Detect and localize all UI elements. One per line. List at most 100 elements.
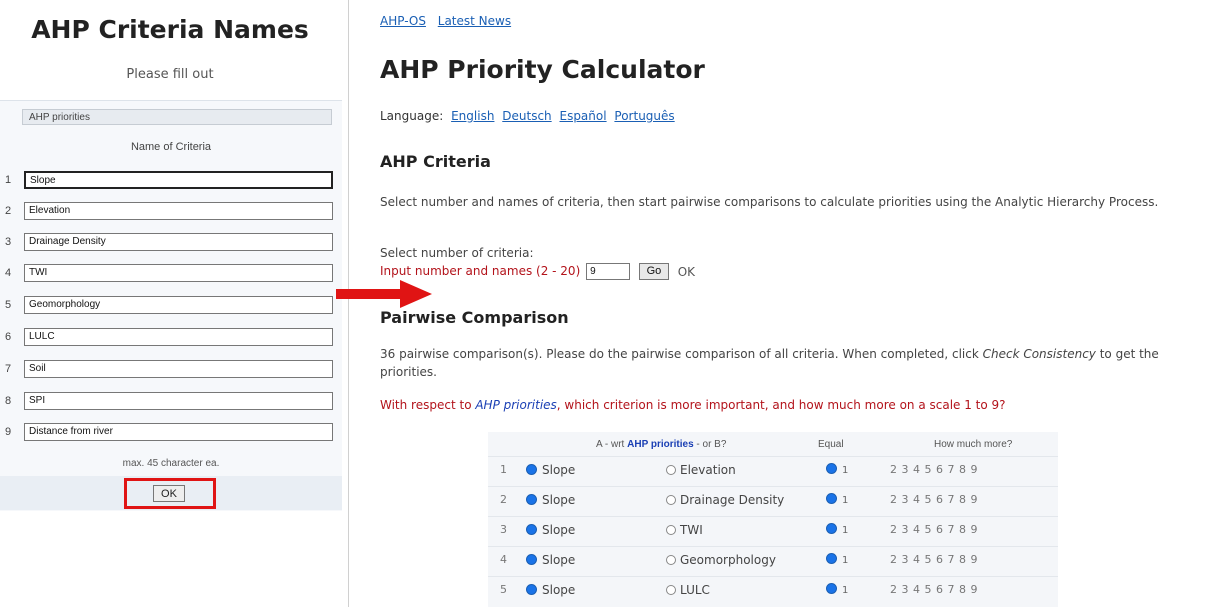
- scale-labels: 2 3 4 5 6 7 8 9: [890, 463, 978, 476]
- radio-selected-icon[interactable]: [526, 494, 537, 505]
- criteria-name-input[interactable]: TWI: [24, 264, 333, 282]
- option-b[interactable]: Geomorphology: [666, 553, 776, 567]
- radio-unselected-icon[interactable]: [666, 495, 676, 505]
- header-ab-post: - or B?: [693, 439, 727, 450]
- criteria-name-input[interactable]: Drainage Density: [24, 233, 333, 251]
- nav-link-latest-news[interactable]: Latest News: [438, 14, 511, 28]
- equal-option[interactable]: 1: [826, 583, 848, 596]
- scale-labels: 2 3 4 5 6 7 8 9: [890, 583, 978, 596]
- criteria-name-input[interactable]: Soil: [24, 360, 333, 378]
- equal-option[interactable]: 1: [826, 523, 848, 536]
- criteria-name-input[interactable]: LULC: [24, 328, 333, 346]
- equal-label: 1: [842, 555, 849, 566]
- option-b[interactable]: TWI: [666, 523, 703, 537]
- panel-subtitle: Please fill out: [126, 67, 214, 82]
- criteria-count-input[interactable]: 9: [586, 263, 631, 280]
- max-length-note: max. 45 character ea.: [122, 458, 220, 469]
- criteria-number: 9: [5, 426, 12, 438]
- top-nav: AHP-OS Latest News: [380, 14, 519, 28]
- go-button[interactable]: Go: [638, 263, 669, 280]
- language-link-deutsch[interactable]: Deutsch: [502, 109, 551, 123]
- criteria-number: 8: [5, 395, 12, 407]
- option-a[interactable]: Slope: [526, 553, 575, 567]
- row-number: 5: [500, 583, 507, 596]
- option-b[interactable]: LULC: [666, 583, 710, 597]
- criteria-number: 6: [5, 331, 12, 343]
- table-row: 2 Slope Drainage Density 1 2 3 4 5 6 7 8…: [488, 486, 1058, 513]
- criteria-name-input[interactable]: Geomorphology: [24, 296, 333, 314]
- language-selector: Language: English Deutsch Español Portug…: [380, 109, 675, 123]
- table-row: 5 Slope LULC 1 2 3 4 5 6 7 8 9: [488, 576, 1058, 603]
- option-b[interactable]: Elevation: [666, 463, 736, 477]
- radio-selected-icon[interactable]: [826, 583, 837, 594]
- equal-label: 1: [842, 525, 849, 536]
- header-ab-goal: AHP priorities: [627, 439, 694, 450]
- radio-unselected-icon[interactable]: [666, 525, 676, 535]
- radio-unselected-icon[interactable]: [666, 465, 676, 475]
- pairwise-description: 36 pairwise comparison(s). Please do the…: [380, 345, 1200, 381]
- option-a[interactable]: Slope: [526, 523, 575, 537]
- radio-selected-icon[interactable]: [826, 463, 837, 474]
- intensity-scale[interactable]: 2 3 4 5 6 7 8 9: [890, 523, 978, 536]
- criteria-number: 4: [5, 267, 12, 279]
- equal-option[interactable]: 1: [826, 463, 848, 476]
- criteria-number: 7: [5, 363, 12, 375]
- radio-unselected-icon[interactable]: [666, 585, 676, 595]
- ahp-calculator-panel: AHP-OS Latest News AHP Priority Calculat…: [350, 0, 1206, 607]
- table-row: 4 Slope Geomorphology 1 2 3 4 5 6 7 8 9: [488, 546, 1058, 573]
- radio-selected-icon[interactable]: [826, 493, 837, 504]
- criteria-number: 1: [5, 174, 12, 186]
- criteria-heading: AHP Criteria: [380, 152, 491, 171]
- option-a[interactable]: Slope: [526, 493, 575, 507]
- ok-button[interactable]: OK: [153, 485, 185, 502]
- option-b-label: LULC: [680, 583, 710, 597]
- equal-option[interactable]: 1: [826, 553, 848, 566]
- radio-selected-icon[interactable]: [826, 523, 837, 534]
- criteria-name-input[interactable]: Elevation: [24, 202, 333, 220]
- goal-field[interactable]: AHP priorities: [22, 109, 332, 125]
- criteria-row: 2 Elevation: [0, 202, 342, 222]
- criteria-name-input[interactable]: Distance from river: [24, 423, 333, 441]
- nav-link-ahp-os[interactable]: AHP-OS: [380, 14, 426, 28]
- language-link-espanol[interactable]: Español: [559, 109, 606, 123]
- option-a[interactable]: Slope: [526, 583, 575, 597]
- scale-labels: 2 3 4 5 6 7 8 9: [890, 493, 978, 506]
- option-a-label: Slope: [542, 553, 576, 567]
- criteria-name-input[interactable]: SPI: [24, 392, 333, 410]
- intensity-scale[interactable]: 2 3 4 5 6 7 8 9: [890, 463, 978, 476]
- language-link-english[interactable]: English: [451, 109, 494, 123]
- criteria-row: 1 Slope: [0, 171, 342, 191]
- radio-unselected-icon[interactable]: [666, 555, 676, 565]
- radio-selected-icon[interactable]: [826, 553, 837, 564]
- option-a-label: Slope: [542, 583, 576, 597]
- option-b[interactable]: Drainage Density: [666, 493, 784, 507]
- equal-option[interactable]: 1: [826, 493, 848, 506]
- radio-selected-icon[interactable]: [526, 584, 537, 595]
- criteria-name-input[interactable]: Slope: [24, 171, 333, 189]
- column-header-ab: A - wrt AHP priorities - or B?: [596, 439, 726, 450]
- header-ab-pre: A - wrt: [596, 439, 628, 450]
- intensity-scale[interactable]: 2 3 4 5 6 7 8 9: [890, 493, 978, 506]
- radio-selected-icon[interactable]: [526, 524, 537, 535]
- criteria-names-table: AHP priorities Name of Criteria 1 Slope …: [0, 100, 342, 511]
- radio-selected-icon[interactable]: [526, 464, 537, 475]
- question-goal: AHP priorities: [475, 398, 557, 412]
- pairwise-heading: Pairwise Comparison: [380, 308, 569, 327]
- option-b-label: Drainage Density: [680, 493, 785, 507]
- language-link-portugues[interactable]: Português: [614, 109, 674, 123]
- row-number: 2: [500, 493, 507, 506]
- criteria-number-label: Input number and names (2 - 20): [380, 264, 581, 278]
- column-header-equal: Equal: [818, 439, 844, 450]
- page-title: AHP Priority Calculator: [380, 55, 705, 84]
- option-a-label: Slope: [542, 463, 576, 477]
- pairwise-comparison-table: A - wrt AHP priorities - or B? Equal How…: [488, 432, 1058, 607]
- option-a[interactable]: Slope: [526, 463, 575, 477]
- criteria-column-header: Name of Criteria: [130, 141, 212, 153]
- equal-label: 1: [842, 495, 849, 506]
- option-a-label: Slope: [542, 493, 576, 507]
- intensity-scale[interactable]: 2 3 4 5 6 7 8 9: [890, 583, 978, 596]
- radio-selected-icon[interactable]: [526, 554, 537, 565]
- question-text-pre: With respect to: [380, 398, 476, 412]
- comparison-question: With respect to AHP priorities, which cr…: [380, 398, 1006, 412]
- intensity-scale[interactable]: 2 3 4 5 6 7 8 9: [890, 553, 978, 566]
